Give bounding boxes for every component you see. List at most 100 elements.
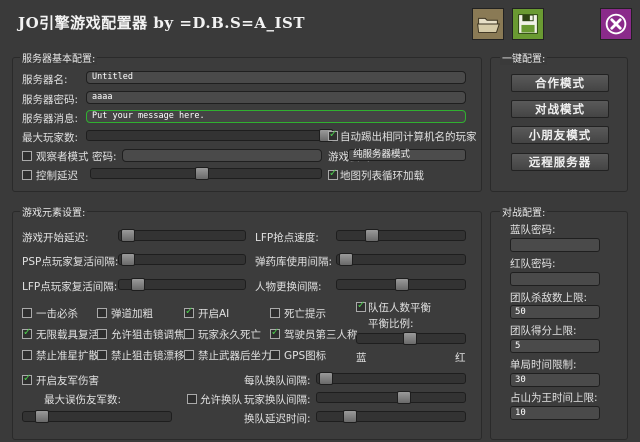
- player-swap-interval-label: 玩家换队间隔:: [244, 394, 311, 406]
- gps-icon-checkbox[interactable]: [270, 350, 280, 360]
- death-notice-checkbox[interactable]: [270, 308, 280, 318]
- allow-swap-label: 允许换队: [200, 394, 242, 406]
- lfp-respawn-slider[interactable]: [118, 278, 246, 291]
- server-password-input[interactable]: aaaa: [86, 91, 466, 104]
- permanent-death-checkbox[interactable]: [184, 329, 194, 339]
- server-message-input[interactable]: Put your message here.: [86, 110, 466, 123]
- allow-swap-checkbox[interactable]: [187, 394, 197, 404]
- psp-respawn-slider[interactable]: [118, 253, 246, 266]
- start-delay-slider[interactable]: [118, 229, 246, 242]
- game-elements-title: 游戏元素设置:: [20, 204, 88, 219]
- no-crosshair-spread-checkbox[interactable]: [22, 350, 32, 360]
- psp-respawn-slider-thumb[interactable]: [121, 253, 135, 266]
- kill-limit-label: 团队杀敌数上限:: [510, 292, 588, 304]
- server-password-label: 服务器密码:: [22, 94, 79, 106]
- team-swap-interval-label: 每队换队间隔:: [244, 375, 311, 387]
- red-team-label: 红: [455, 352, 466, 364]
- friendly-fire-checkbox[interactable]: [22, 373, 32, 385]
- floppy-save-icon: [513, 9, 543, 39]
- time-limit-label: 单局时间限制:: [510, 359, 577, 371]
- kids-mode-button[interactable]: 小朋友模式: [511, 126, 609, 144]
- start-delay-label: 游戏开始延迟:: [22, 232, 89, 244]
- observer-password-label: 密码:: [92, 151, 117, 163]
- score-limit-label: 团队得分上限:: [510, 325, 577, 337]
- one-hit-kill-checkbox[interactable]: [22, 308, 32, 318]
- open-button[interactable]: [472, 8, 504, 40]
- friendly-fire-label: 开启友军伤害: [36, 375, 99, 387]
- red-password-label: 红队密码:: [510, 258, 556, 270]
- control-delay-slider[interactable]: [90, 167, 322, 180]
- no-recoil-label: 禁止武器后坐力: [198, 350, 272, 362]
- char-change-label: 人物更换间隔:: [255, 281, 322, 293]
- control-delay-slider-thumb[interactable]: [195, 167, 209, 180]
- char-change-slider-thumb[interactable]: [395, 278, 409, 291]
- swap-delay-label: 换队延迟时间:: [244, 413, 311, 425]
- start-delay-slider-thumb[interactable]: [121, 229, 135, 242]
- blue-team-label: 蓝: [356, 352, 367, 364]
- map-cycle-checkbox[interactable]: [328, 168, 338, 180]
- max-players-label: 最大玩家数:: [22, 132, 79, 144]
- server-name-input[interactable]: Untitled: [86, 71, 466, 84]
- balance-ratio-slider-thumb[interactable]: [403, 332, 417, 345]
- blue-password-input[interactable]: [510, 238, 600, 252]
- auto-kick-label: 自动踢出相同计算机名的玩家: [340, 131, 477, 143]
- no-scope-drift-label: 禁止狙击镜漂移: [111, 350, 185, 362]
- one-hit-kill-label: 一击必杀: [36, 308, 78, 320]
- sniper-zoom-checkbox[interactable]: [97, 329, 107, 339]
- lfp-speed-label: LFP抢点速度:: [255, 232, 319, 244]
- psp-respawn-label: PSP点玩家复活间隔:: [22, 256, 119, 268]
- thick-tracer-checkbox[interactable]: [97, 308, 107, 318]
- map-cycle-label: 地图列表循环加载: [340, 170, 424, 182]
- balance-ratio-slider[interactable]: [356, 332, 466, 345]
- team-swap-interval-slider[interactable]: [316, 372, 466, 385]
- ammo-interval-slider-thumb[interactable]: [339, 253, 353, 266]
- close-button[interactable]: [600, 8, 632, 40]
- lfp-speed-slider[interactable]: [336, 229, 466, 242]
- max-players-slider[interactable]: [86, 129, 334, 142]
- kill-limit-input[interactable]: 50: [510, 305, 600, 319]
- char-change-slider[interactable]: [336, 278, 466, 291]
- time-limit-input[interactable]: 30: [510, 373, 600, 387]
- red-password-input[interactable]: [510, 272, 600, 286]
- observer-password-input[interactable]: [122, 149, 322, 162]
- lfp-speed-slider-thumb[interactable]: [365, 229, 379, 242]
- battle-config-title: 对战配置:: [500, 204, 548, 219]
- swap-delay-slider[interactable]: [316, 410, 466, 423]
- infinite-vehicle-respawn-label: 无限载具复活: [36, 329, 99, 341]
- folder-open-icon: [473, 9, 503, 39]
- ammo-interval-slider[interactable]: [336, 253, 466, 266]
- no-scope-drift-checkbox[interactable]: [97, 350, 107, 360]
- server-message-label: 服务器消息:: [22, 113, 79, 125]
- infinite-vehicle-respawn-checkbox[interactable]: [22, 327, 32, 339]
- team-swap-interval-slider-thumb[interactable]: [319, 372, 333, 385]
- remote-server-button[interactable]: 远程服务器: [511, 153, 609, 171]
- game-mode-select[interactable]: 纯服务器模式: [348, 149, 466, 161]
- ammo-interval-label: 弹药库使用间隔:: [255, 256, 333, 268]
- versus-mode-button[interactable]: 对战模式: [511, 100, 609, 118]
- driver-third-person-checkbox[interactable]: [270, 327, 280, 339]
- observer-mode-label: 观察者模式: [36, 151, 89, 163]
- observer-mode-checkbox[interactable]: [22, 151, 32, 161]
- server-name-label: 服务器名:: [22, 74, 68, 86]
- player-swap-interval-slider-thumb[interactable]: [397, 391, 411, 404]
- team-balance-label: 队伍人数平衡: [368, 302, 431, 314]
- player-swap-interval-slider[interactable]: [316, 391, 466, 404]
- enable-ai-checkbox[interactable]: [184, 306, 194, 318]
- coop-mode-button[interactable]: 合作模式: [511, 74, 609, 92]
- blue-password-label: 蓝队密码:: [510, 224, 556, 236]
- gps-icon-label: GPS图标: [284, 350, 327, 362]
- no-recoil-checkbox[interactable]: [184, 350, 194, 360]
- auto-kick-checkbox[interactable]: [328, 129, 338, 141]
- close-x-icon: [601, 9, 631, 39]
- swap-delay-slider-thumb[interactable]: [343, 410, 357, 423]
- king-time-input[interactable]: 10: [510, 406, 600, 420]
- team-balance-checkbox[interactable]: [356, 300, 366, 312]
- balance-ratio-label: 平衡比例:: [368, 318, 414, 330]
- max-friendly-kills-slider[interactable]: [22, 410, 172, 423]
- score-limit-input[interactable]: 5: [510, 339, 600, 353]
- control-delay-checkbox[interactable]: [22, 170, 32, 180]
- save-button[interactable]: [512, 8, 544, 40]
- lfp-respawn-slider-thumb[interactable]: [131, 278, 145, 291]
- max-friendly-kills-label: 最大误伤友军数:: [44, 394, 122, 406]
- max-friendly-kills-slider-thumb[interactable]: [35, 410, 49, 423]
